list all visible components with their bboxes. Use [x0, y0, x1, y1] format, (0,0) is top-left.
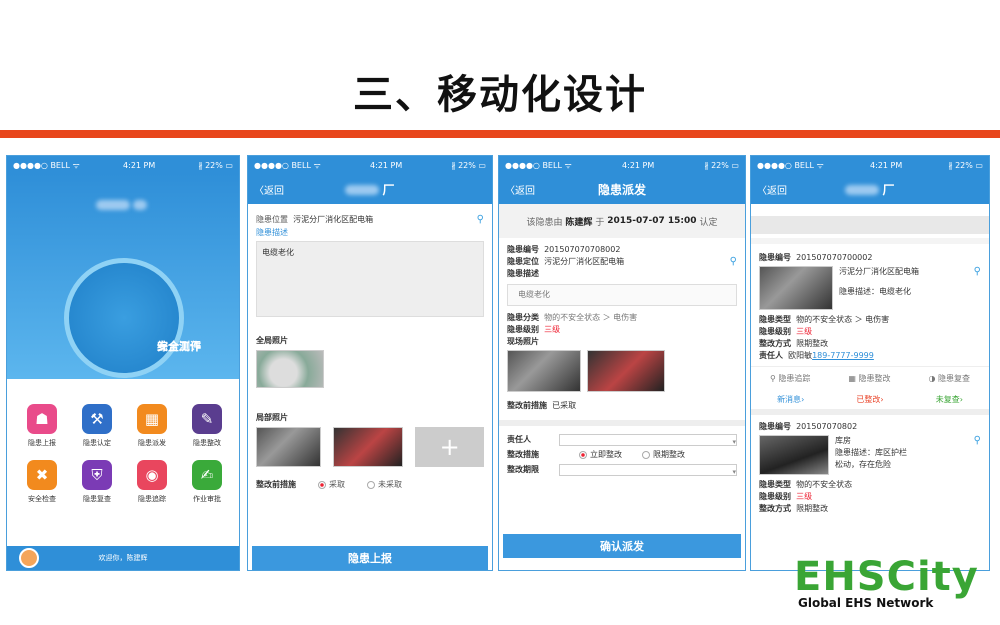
status-bar: ●●●●○ BELL ᯤ 4:21 PM ∦ 22% ▭	[499, 156, 745, 174]
status-rectified[interactable]: 已整改›	[856, 394, 883, 405]
radio-immediate[interactable]: 立即整改	[579, 447, 622, 462]
carrier: ●●●●○ BELL ᯤ	[13, 160, 80, 170]
edit-icon: ✍	[192, 460, 222, 490]
tools-icon: ✎	[192, 404, 222, 434]
measure-label: 整改前措施	[256, 480, 296, 489]
location-value: 污泥分厂消化区配电箱	[293, 215, 374, 224]
add-photo-button[interactable]: +	[415, 427, 484, 467]
shield-icon: ⛨	[82, 460, 112, 490]
local-photo-label: 局部照片	[256, 413, 288, 422]
tile-confirm[interactable]: ⚒ 隐患认定	[72, 404, 122, 448]
nav-title: 厂	[248, 181, 492, 198]
local-photo-2[interactable]	[332, 427, 404, 467]
status-bar: ●●●●○ BELL ᯤ 4:21 PM ∦ 22% ▭	[751, 156, 989, 174]
calculator-icon: ▦	[137, 404, 167, 434]
navbar: 〈返回 厂	[751, 174, 989, 204]
owner-select[interactable]: ▾	[559, 433, 737, 446]
full-photo[interactable]	[256, 350, 324, 388]
back-button[interactable]: 〈返回	[757, 182, 787, 197]
assign-form: 责任人 ▾ 整改措施 立即整改 限期整改 整改期限 ▾	[499, 420, 745, 483]
location-label: 隐患位置	[256, 215, 288, 224]
navbar: 〈返回 隐患派发	[499, 174, 745, 204]
radio-not-taken[interactable]: 未采取	[367, 479, 402, 490]
report-form: 隐患位置 污泥分厂消化区配电箱 ⚲ 隐患描述 电缆老化 全局照片 局部照片 + …	[248, 204, 492, 490]
back-button[interactable]: 〈返回	[254, 182, 284, 197]
action-bar: ⚲ 隐患追踪 ▦ 隐患整改 ◑ 隐患复查	[751, 366, 989, 390]
welcome-bar: 欢迎你，陈建辉	[7, 546, 239, 570]
location-pin-icon[interactable]: ⚲	[477, 214, 484, 225]
phone-report-screen: ●●●●○ BELL ᯤ 4:21 PM ∦ 22% ▭ 〈返回 厂 隐患位置 …	[247, 155, 493, 571]
slide-title: 三、移动化设计	[353, 72, 647, 118]
tile-rectify[interactable]: ✎ 隐患整改	[182, 404, 232, 448]
status-unchecked[interactable]: 未复查›	[936, 394, 963, 405]
navbar: 〈返回 厂	[248, 174, 492, 204]
app-name-blurred	[7, 194, 239, 213]
local-photo-1[interactable]	[256, 427, 321, 467]
full-photo-label: 全局照片	[256, 336, 288, 345]
gavel-icon: ⚒	[82, 404, 112, 434]
tile-inspection[interactable]: ✖ 安全检查	[17, 460, 67, 504]
clock: 4:21 PM	[123, 160, 156, 170]
title-rule	[0, 130, 1000, 138]
location-pin-icon[interactable]: ⚲	[974, 435, 981, 447]
owner-phone-link[interactable]: 189-7777-9999	[812, 351, 874, 360]
confirm-banner: 该隐患由 陈建辉 于 2015-07-07 15:00 认定	[499, 204, 745, 238]
hazard-card-1[interactable]: 隐患编号 201507070700002 污泥分厂消化区配电箱 ⚲ 隐患描述：电缆老…	[751, 238, 989, 366]
avatar[interactable]	[19, 548, 39, 568]
status-new[interactable]: 新消息›	[777, 394, 804, 405]
location-pin-icon[interactable]: ⚲	[974, 266, 981, 278]
phone-list-screen: ●●●●○ BELL ᯤ 4:21 PM ∦ 22% ▭ 〈返回 厂 隐患编号 …	[750, 155, 990, 571]
tile-recheck[interactable]: ⛨ 隐患复查	[72, 460, 122, 504]
site-photo-2[interactable]	[587, 350, 665, 392]
wrench-icon: ✖	[27, 460, 57, 490]
submit-report-button[interactable]: 隐患上报	[252, 546, 488, 570]
card2-photo	[759, 435, 829, 475]
tile-report[interactable]: ☗ 隐患上报	[17, 404, 67, 448]
site-photo-1[interactable]	[507, 350, 581, 392]
status-bar-tabs: 新消息› 已整改› 未复查›	[751, 390, 989, 415]
location-pin-icon[interactable]: ⚲	[730, 256, 737, 268]
confirm-dispatch-button[interactable]: 确认派发	[503, 534, 741, 558]
home-header: 安全工作 综合测评	[7, 174, 239, 379]
status-bar: ●●●●○ BELL ᯤ 4:21 PM ∦ 22% ▭	[7, 156, 239, 174]
evaluation-line2: 综合测评	[157, 340, 201, 353]
action-recheck[interactable]: ◑ 隐患复查	[928, 373, 970, 384]
battery: ∦ 22% ▭	[198, 160, 233, 170]
evaluation-button[interactable]: 安全工作 综合测评	[64, 258, 201, 378]
back-button[interactable]: 〈返回	[505, 182, 535, 197]
desc-field[interactable]: 电缆老化	[507, 284, 737, 306]
desc-label: 隐患描述	[256, 228, 288, 237]
ehscity-logo: EHSCity Global EHS Network	[794, 556, 994, 610]
desc-textarea[interactable]: 电缆老化	[256, 241, 484, 317]
tile-tracking[interactable]: ◉ 隐患追踪	[127, 460, 177, 504]
card1-photo	[759, 266, 833, 310]
phone-home-screen: ●●●●○ BELL ᯤ 4:21 PM ∦ 22% ▭ 安全工作 综合测评 ☗ 隐…	[6, 155, 240, 571]
location-icon: ◉	[137, 460, 167, 490]
feature-grid: ☗ 隐患上报 ⚒ 隐患认定 ▦ 隐患派发 ✎ 隐患整改 ✖ 安全检查 ⛨ 隐患复查 ◉ 隐患追…	[17, 404, 232, 504]
status-bar: ●●●●○ BELL ᯤ 4:21 PM ∦ 22% ▭	[248, 156, 492, 174]
dispatch-details: 隐患编号 201507070708002 隐患定位 污泥分厂消化区配电箱 ⚲ 隐患…	[507, 245, 737, 410]
phone-dispatch-screen: ●●●●○ BELL ᯤ 4:21 PM ∦ 22% ▭ 〈返回 隐患派发 该隐…	[498, 155, 746, 571]
logo-name: EHSCity	[794, 554, 979, 600]
tile-dispatch[interactable]: ▦ 隐患派发	[127, 404, 177, 448]
radio-deadline[interactable]: 限期整改	[642, 447, 685, 462]
nav-title: 隐患派发	[597, 182, 646, 197]
hazard-card-2[interactable]: 隐患编号 201507070802 库房 ⚲ 隐患描述：库区护栏 松动，存在危险 隐患…	[751, 415, 989, 521]
radio-taken[interactable]: 采取	[318, 479, 345, 490]
megaphone-icon: ☗	[27, 404, 57, 434]
action-rectify[interactable]: ▦ 隐患整改	[848, 373, 890, 384]
search-strip[interactable]	[751, 216, 989, 234]
hazard-id: 201507070708002	[544, 245, 621, 254]
action-track[interactable]: ⚲ 隐患追踪	[770, 373, 810, 384]
deadline-select[interactable]: ▾	[559, 463, 737, 476]
tile-approval[interactable]: ✍ 作业审批	[182, 460, 232, 504]
welcome-text: 欢迎你，陈建辉	[98, 554, 148, 562]
